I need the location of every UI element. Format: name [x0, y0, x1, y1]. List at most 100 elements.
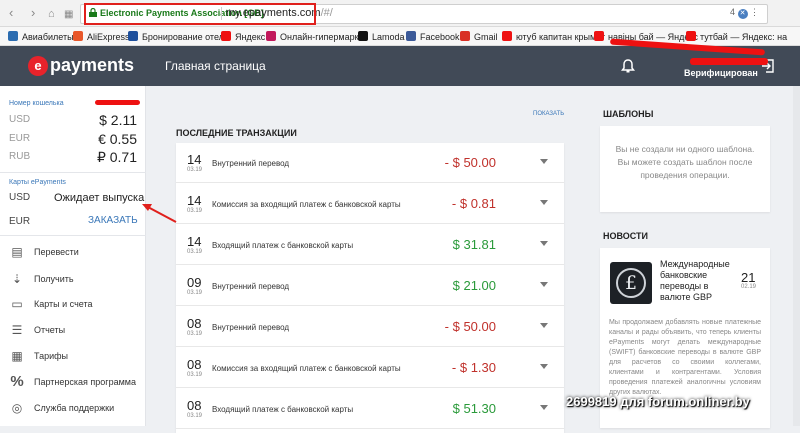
- tx-amount: - $ 50.00: [444, 155, 496, 170]
- sidebar-item-cards[interactable]: ▭ Карты и счета: [0, 293, 146, 317]
- chevron-down-icon[interactable]: [540, 282, 548, 287]
- bookmark-item[interactable]: Gmail: [460, 31, 498, 43]
- sidebar-item-reports[interactable]: ☰ Отчеты: [0, 319, 146, 343]
- tx-amount: $ 31.81: [452, 237, 496, 252]
- sidebar-item-tariffs[interactable]: ▦ Тарифы: [0, 345, 146, 369]
- table-row[interactable]: 08 03.19 Комиссия за входящий платеж с б…: [176, 348, 564, 388]
- bookmark-item[interactable]: тутбай — Яндекс: на: [686, 31, 787, 43]
- tx-month: 03.19: [187, 372, 203, 378]
- bookmark-item[interactable]: Авиабилеты: [8, 31, 74, 43]
- transactions-heading: Последние транзакции: [176, 128, 297, 138]
- bookmark-label: Онлайн-гипермарке: [280, 32, 364, 42]
- news-title[interactable]: Международные банковские переводы в валю…: [660, 259, 730, 303]
- tx-month: 03.19: [187, 331, 203, 337]
- app-header: e payments Главная страница Верифицирова…: [0, 46, 800, 86]
- bookmark-item[interactable]: Бронирование отел: [128, 31, 224, 43]
- bell-icon[interactable]: [620, 58, 636, 74]
- home-icon[interactable]: ⌂: [48, 7, 55, 21]
- show-transactions-link[interactable]: Показать: [533, 111, 564, 117]
- chevron-down-icon[interactable]: [540, 241, 548, 246]
- table-row[interactable]: 08 03.19 Внутренний перевод - $ 50.00: [176, 307, 564, 347]
- table-row[interactable]: 14 03.19 Комиссия за входящий платеж с б…: [176, 184, 564, 224]
- bookmark-item[interactable]: Яндекс: [221, 31, 265, 43]
- sidebar-item-label: Тарифы: [34, 351, 69, 361]
- news-day: 21: [741, 270, 756, 285]
- booking-icon: [128, 31, 138, 41]
- tx-amount: - $ 1.30: [451, 360, 496, 375]
- epayments-logo-icon[interactable]: e: [28, 56, 48, 76]
- lamoda-icon: [358, 31, 368, 41]
- bookmark-item[interactable]: ютуб капитан крымат: [502, 31, 605, 43]
- scrollbar[interactable]: [793, 86, 800, 426]
- tx-day: 08: [187, 316, 202, 331]
- tx-day: 08: [187, 357, 202, 372]
- chevron-down-icon[interactable]: [540, 159, 548, 164]
- pound-sign: £: [616, 268, 646, 298]
- table-row[interactable]: 08 03.19 Входящий платеж с банковской ка…: [176, 389, 564, 429]
- sidebar-item-label: Карты и счета: [34, 299, 93, 309]
- sidebar-item-transfer[interactable]: ▤ Перевести: [0, 241, 146, 265]
- apps-grid-icon[interactable]: ▦: [64, 8, 73, 22]
- url-highlight-annotation: [84, 3, 316, 25]
- sidebar-item-receive[interactable]: ⇣ Получить: [0, 268, 146, 292]
- extensions-area[interactable]: 4 ✕ ⋮: [730, 7, 759, 19]
- tx-month: 03.19: [187, 208, 203, 214]
- tx-amount: - $ 0.81: [451, 196, 496, 211]
- tx-amount: - $ 50.00: [444, 319, 496, 334]
- bookmark-item[interactable]: AliExpress: [73, 31, 130, 43]
- tx-description: Внутренний перевод: [212, 282, 290, 291]
- gmail-icon: [460, 31, 470, 41]
- tx-amount: $ 51.30: [452, 401, 496, 416]
- chevron-down-icon[interactable]: [540, 364, 548, 369]
- page-title: Главная страница: [165, 59, 266, 73]
- bookmark-label: Facebook: [420, 32, 460, 42]
- aliexpress-icon: [73, 31, 83, 41]
- currency-code: USD: [9, 114, 31, 125]
- bookmark-label: Lamoda: [372, 32, 405, 42]
- extension-badge: 4: [730, 7, 736, 17]
- forward-arrow-icon[interactable]: ›: [31, 6, 35, 20]
- bookmark-item[interactable]: Онлайн-гипермарке: [266, 31, 364, 43]
- bookmark-label: Бронирование отел: [142, 32, 224, 42]
- table-row[interactable]: 09 03.19 Внутренний перевод $ 21.00: [176, 266, 564, 306]
- close-icon[interactable]: ✕: [737, 9, 748, 19]
- percent-icon: %: [10, 373, 24, 390]
- table-row[interactable]: 14 03.19 Внутренний перевод - $ 50.00: [176, 143, 564, 183]
- chevron-down-icon[interactable]: [540, 405, 548, 410]
- tx-description: Комиссия за входящий платеж с банковской…: [212, 364, 401, 373]
- support-icon: ◎: [11, 401, 23, 415]
- card-status: Ожидает выпуска: [54, 192, 145, 204]
- yandex-icon: [221, 31, 231, 41]
- sidebar-item-support[interactable]: ◎ Служба поддержки: [0, 397, 146, 421]
- logo-text[interactable]: payments: [50, 54, 134, 76]
- templates-heading: Шаблоны: [603, 109, 654, 119]
- cards-label: Карты ePayments: [9, 179, 66, 186]
- order-card-link[interactable]: ЗАКАЗАТЬ: [88, 215, 138, 226]
- chevron-down-icon[interactable]: [540, 323, 548, 328]
- tx-day: 14: [187, 234, 202, 249]
- bookmark-label: Gmail: [474, 32, 498, 42]
- table-row[interactable]: 14 03.19 Входящий платеж с банковской ка…: [176, 225, 564, 265]
- menu-dots-icon[interactable]: ⋮: [750, 7, 759, 17]
- bookmark-item[interactable]: Lamoda: [358, 31, 405, 43]
- chevron-down-icon[interactable]: [540, 200, 548, 205]
- tx-amount: $ 21.00: [452, 278, 496, 293]
- redaction-mark: [95, 100, 140, 105]
- sidebar-item-partner[interactable]: % Партнерская программа: [0, 371, 146, 395]
- yandex-icon: [594, 31, 604, 41]
- receive-icon: ⇣: [11, 272, 23, 286]
- tx-month: 03.19: [187, 290, 203, 296]
- sidebar-item-label: Отчеты: [34, 325, 66, 335]
- tx-day: 09: [187, 275, 202, 290]
- plane-icon: [8, 31, 18, 41]
- tx-description: Внутренний перевод: [212, 159, 290, 168]
- bookmark-item[interactable]: Facebook: [406, 31, 460, 43]
- balance-amount: ₽ 0.71: [96, 149, 137, 165]
- news-heading: Новости: [603, 231, 649, 241]
- sidebar-item-label: Партнерская программа: [34, 377, 136, 387]
- sidebar-item-label: Перевести: [34, 247, 79, 257]
- redaction-mark: [690, 58, 768, 65]
- back-arrow-icon[interactable]: ‹: [9, 6, 13, 20]
- transactions-list: 14 03.19 Внутренний перевод - $ 50.00 14…: [176, 143, 564, 433]
- yandex-icon: [686, 31, 696, 41]
